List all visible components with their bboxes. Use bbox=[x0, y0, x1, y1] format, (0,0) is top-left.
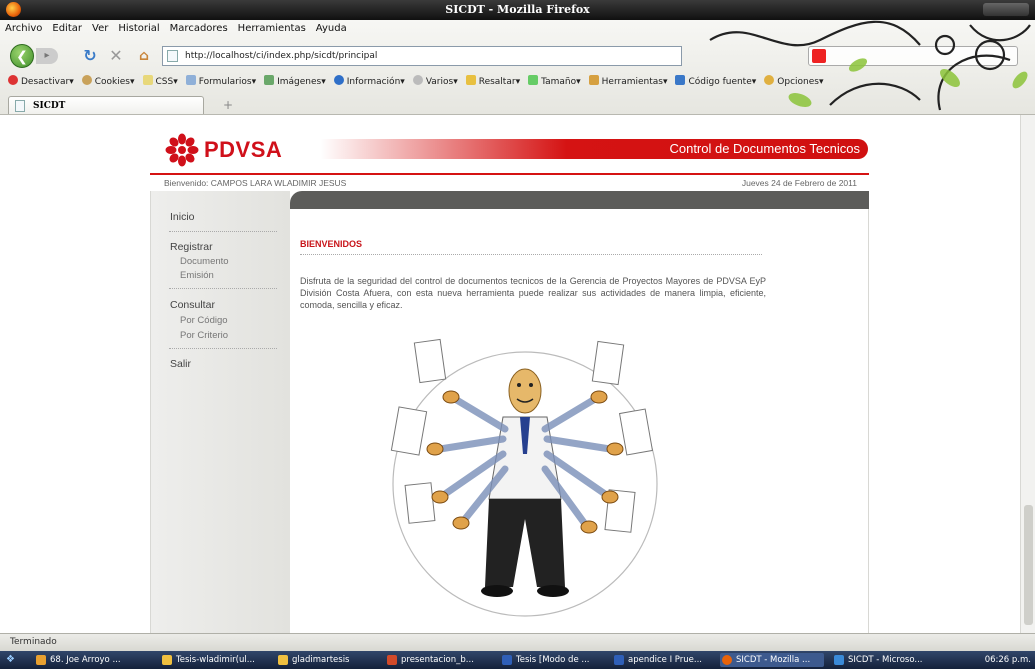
page-viewport: PDVSA Control de Documentos Tecnicos Bie… bbox=[0, 115, 1020, 633]
sidebar-item-por-criterio[interactable]: Por Criterio bbox=[180, 330, 228, 341]
taskbar-item-media[interactable]: 68. Joe Arroyo ... bbox=[34, 653, 152, 667]
sidebar-menu: Inicio Registrar Documento Emisión Consu… bbox=[150, 191, 290, 633]
current-date: Jueves 24 de Febrero de 2011 bbox=[741, 178, 857, 188]
url-text: http://localhost/ci/index.php/sicdt/prin… bbox=[185, 51, 378, 61]
taskbar-item-folder[interactable]: Tesis-wladimir(ul... bbox=[160, 653, 270, 667]
dev-desactivar[interactable]: Desactivar▾ bbox=[8, 74, 74, 90]
home-icon[interactable]: ⌂ bbox=[134, 46, 154, 66]
main-content: BIENVENIDOS Disfruta de la seguridad del… bbox=[290, 209, 869, 633]
dev-varios[interactable]: Varios▾ bbox=[412, 74, 458, 90]
dev-imagenes[interactable]: Imágenes▾ bbox=[264, 74, 326, 90]
page-icon bbox=[167, 50, 178, 62]
multitasking-person-illustration bbox=[390, 338, 658, 617]
web-developer-toolbar: Desactivar▾ Cookies▾ CSS▾ Formularios▾ I… bbox=[0, 74, 1035, 90]
stop-icon[interactable]: ✕ bbox=[106, 46, 126, 66]
os-taskbar: ❖ 68. Joe Arroyo ... Tesis-wladimir(ul..… bbox=[0, 651, 1035, 669]
dev-codigo-fuente[interactable]: Código fuente▾ bbox=[675, 74, 756, 90]
dev-css[interactable]: CSS▾ bbox=[142, 74, 178, 90]
menu-ayuda[interactable]: Ayuda bbox=[311, 23, 352, 34]
sidebar-divider bbox=[169, 231, 277, 232]
tab-bar: SICDT + bbox=[0, 94, 1035, 114]
sidebar-item-documento[interactable]: Documento bbox=[180, 256, 229, 267]
menu-archivo[interactable]: Archivo bbox=[0, 23, 47, 34]
taskbar-item-word[interactable]: apendice I Prue... bbox=[612, 653, 712, 667]
user-info-bar: Bienvenido: CAMPOS LARA WLADIMIR JESUS J… bbox=[150, 173, 869, 191]
reload-icon[interactable]: ↻ bbox=[80, 46, 100, 66]
welcome-paragraph: Disfruta de la seguridad del control de … bbox=[300, 276, 766, 310]
dev-tamano[interactable]: Tamaño▾ bbox=[528, 74, 581, 90]
menu-ver[interactable]: Ver bbox=[87, 23, 113, 34]
dev-herramientas[interactable]: Herramientas▾ bbox=[588, 74, 667, 90]
back-button[interactable]: ❮ bbox=[10, 44, 34, 68]
scrollbar-thumb[interactable] bbox=[1024, 505, 1033, 625]
dev-opciones[interactable]: Opciones▾ bbox=[764, 74, 824, 90]
menu-historial[interactable]: Historial bbox=[113, 23, 164, 34]
page-icon bbox=[15, 100, 25, 112]
address-bar[interactable]: http://localhost/ci/index.php/sicdt/prin… bbox=[162, 46, 682, 66]
taskbar-item-powerpoint[interactable]: presentacion_b... bbox=[385, 653, 495, 667]
page-title: BIENVENIDOS bbox=[300, 239, 363, 249]
banner-title: Control de Documentos Tecnicos bbox=[669, 141, 860, 156]
sidebar-item-salir[interactable]: Salir bbox=[170, 358, 191, 370]
window-title: SICDT - Mozilla Firefox bbox=[445, 3, 590, 16]
status-text: Terminado bbox=[10, 637, 57, 647]
status-bar: Terminado bbox=[0, 633, 1035, 651]
sidebar-item-registrar[interactable]: Registrar bbox=[170, 241, 213, 253]
sidebar-item-inicio[interactable]: Inicio bbox=[170, 211, 195, 223]
system-clock: 06:26 p.m. bbox=[984, 655, 1031, 665]
window-titlebar: SICDT - Mozilla Firefox bbox=[0, 0, 1035, 20]
dev-cookies[interactable]: Cookies▾ bbox=[81, 74, 135, 90]
title-divider bbox=[300, 254, 762, 255]
search-input[interactable] bbox=[808, 46, 1018, 66]
tab-label: SICDT bbox=[33, 101, 66, 111]
taskbar-item-folder[interactable]: gladimartesis bbox=[276, 653, 376, 667]
sidebar-divider bbox=[169, 348, 277, 349]
sidebar-item-consultar[interactable]: Consultar bbox=[170, 299, 215, 311]
dev-resaltar[interactable]: Resaltar▾ bbox=[465, 74, 520, 90]
menu-editar[interactable]: Editar bbox=[47, 23, 87, 34]
vertical-scrollbar[interactable] bbox=[1020, 115, 1035, 633]
welcome-text: Bienvenido: CAMPOS LARA WLADIMIR JESUS bbox=[164, 178, 347, 188]
brand-name: PDVSA bbox=[204, 137, 283, 162]
sidebar-item-emision[interactable]: Emisión bbox=[180, 270, 214, 281]
menu-marcadores[interactable]: Marcadores bbox=[165, 23, 233, 34]
browser-chrome: Archivo Editar Ver Historial Marcadores … bbox=[0, 20, 1035, 115]
navigation-bar: ❮ ▸ ↻ ✕ ⌂ http://localhost/ci/index.php/… bbox=[0, 42, 1035, 70]
search-engine-icon bbox=[812, 49, 826, 63]
pdvsa-sun-icon bbox=[165, 133, 199, 167]
forward-button[interactable]: ▸ bbox=[36, 48, 58, 64]
start-icon[interactable]: ❖ bbox=[6, 654, 18, 666]
dev-informacion[interactable]: Información▾ bbox=[333, 74, 405, 90]
content-header-tab bbox=[290, 191, 869, 209]
header-banner: Control de Documentos Tecnicos bbox=[320, 139, 868, 159]
dev-formularios[interactable]: Formularios▾ bbox=[185, 74, 256, 90]
tab-sicdt[interactable]: SICDT bbox=[8, 96, 204, 114]
taskbar-item-firefox[interactable]: SICDT - Mozilla ... bbox=[720, 653, 824, 667]
menu-herramientas[interactable]: Herramientas bbox=[233, 23, 311, 34]
window-controls[interactable] bbox=[983, 3, 1029, 16]
new-tab-button[interactable]: + bbox=[218, 98, 238, 114]
taskbar-item-ie[interactable]: SICDT - Microso... bbox=[832, 653, 936, 667]
sidebar-divider bbox=[169, 288, 277, 289]
taskbar-item-word[interactable]: Tesis [Modo de ... bbox=[500, 653, 606, 667]
sidebar-item-por-codigo[interactable]: Por Código bbox=[180, 315, 228, 326]
menu-bar: Archivo Editar Ver Historial Marcadores … bbox=[0, 23, 352, 39]
